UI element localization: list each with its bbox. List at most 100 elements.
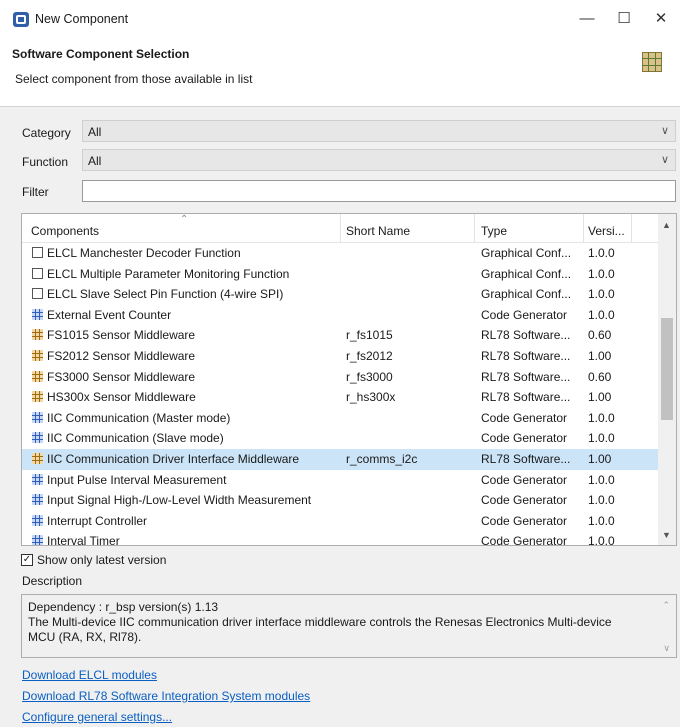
table-row[interactable]: FS1015 Sensor Middleware r_fs1015 RL78 Sof… — [22, 325, 658, 346]
component-name: Interrupt Controller — [47, 513, 148, 528]
table-row[interactable]: Input Signal High-/Low-Level Width Measu… — [22, 490, 658, 511]
rl78-software-icon — [32, 391, 43, 403]
minimize-button[interactable]: — — [570, 6, 604, 32]
version-cell: 1.00 — [588, 390, 612, 405]
version-cell: 0.60 — [588, 369, 612, 384]
short-name-cell: r_hs300x — [346, 390, 396, 405]
scroll-up-icon[interactable]: ⌃ — [662, 600, 670, 611]
function-combo[interactable]: All ∨ — [82, 149, 676, 171]
scrollbar-thumb[interactable] — [661, 318, 673, 420]
column-divider[interactable] — [340, 214, 341, 243]
rl78-software-icon — [32, 329, 43, 341]
column-header-type[interactable]: Type — [481, 224, 507, 238]
code-generator-icon — [32, 432, 43, 444]
table-scrollbar[interactable]: ▲ ▼ — [658, 214, 676, 545]
component-name: IIC Communication Driver Interface Middl… — [47, 451, 300, 466]
component-name: Input Pulse Interval Measurement — [47, 472, 227, 487]
type-cell: Code Generator — [481, 534, 568, 546]
filter-input[interactable] — [82, 180, 676, 202]
scroll-down-icon[interactable]: ▼ — [662, 530, 671, 540]
component-name-cell: IIC Communication (Master mode) — [32, 411, 342, 425]
dialog-header: Software Component Selection Select comp… — [0, 38, 680, 106]
description-label: Description — [22, 574, 83, 588]
download-rl78-link[interactable]: Download RL78 Software Integration Syste… — [22, 689, 310, 703]
close-button[interactable]: ✕ — [644, 6, 678, 32]
configure-settings-link[interactable]: Configure general settings... — [22, 710, 172, 724]
component-name-cell: HS300x Sensor Middleware — [32, 390, 342, 404]
app-icon — [13, 12, 29, 27]
dialog-subtitle: Select component from those available in… — [15, 72, 253, 86]
table-row[interactable]: FS3000 Sensor Middleware r_fs3000 RL78 Sof… — [22, 367, 658, 388]
type-cell: Code Generator — [481, 431, 568, 446]
graphical-config-icon — [32, 267, 43, 279]
version-cell: 1.00 — [588, 451, 612, 466]
table-row[interactable]: Input Pulse Interval Measurement Code Gen… — [22, 470, 658, 491]
component-name-cell: Interrupt Controller — [32, 514, 342, 528]
component-name: IIC Communication (Slave mode) — [47, 431, 224, 446]
window-title: New Component — [35, 12, 129, 26]
description-line: MCU (RA, RX, Rl78). — [28, 630, 142, 644]
table-row[interactable]: FS2012 Sensor Middleware r_fs2012 RL78 Sof… — [22, 346, 658, 367]
type-cell: Graphical Conf... — [481, 246, 572, 260]
type-cell: Code Generator — [481, 410, 568, 425]
table-row[interactable]: ELCL Multiple Parameter Monitoring Funct… — [22, 264, 658, 285]
component-name-cell: ELCL Slave Select Pin Function (4-wire S… — [32, 287, 342, 301]
version-cell: 1.0.0 — [588, 472, 615, 487]
table-row[interactable]: IIC Communication (Slave mode) Code Gener… — [22, 428, 658, 449]
filter-label: Filter — [22, 185, 49, 199]
column-header-components[interactable]: Components — [31, 224, 99, 238]
component-name-cell: Input Signal High-/Low-Level Width Measu… — [32, 493, 342, 507]
column-divider[interactable] — [474, 214, 475, 243]
table-row[interactable]: ELCL Manchester Decoder Function Graphica… — [22, 243, 658, 264]
table-row[interactable]: IIC Communication (Master mode) Code Gene… — [22, 408, 658, 429]
table-row[interactable]: HS300x Sensor Middleware r_hs300x RL78 Sof… — [22, 387, 658, 408]
component-name: External Event Counter — [47, 307, 172, 322]
function-label: Function — [22, 155, 69, 169]
components-table[interactable]: Components ⌃ Short Name Type Versi... EL… — [21, 213, 677, 546]
show-latest-label[interactable]: Show only latest version — [37, 553, 166, 567]
type-cell: Code Generator — [481, 307, 568, 322]
table-row[interactable]: Interrupt Controller Code Generator 1.0.0 — [22, 511, 658, 532]
component-name-cell: IIC Communication Driver Interface Middl… — [32, 452, 342, 466]
table-row[interactable]: Interval Timer Code Generator 1.0.0 — [22, 531, 658, 546]
download-elcl-link[interactable]: Download ELCL modules — [22, 668, 157, 682]
column-header-short-name[interactable]: Short Name — [346, 224, 410, 238]
rl78-software-icon — [32, 452, 43, 464]
chevron-down-icon: ∨ — [660, 154, 669, 166]
table-row[interactable]: IIC Communication Driver Interface Middl… — [22, 448, 658, 470]
table-row[interactable]: External Event Counter Code Generator 1.0.… — [22, 305, 658, 326]
component-name-cell: Interval Timer — [32, 534, 342, 545]
description-box: Dependency : r_bsp version(s) 1.13 The M… — [21, 594, 677, 658]
version-cell: 0.60 — [588, 328, 612, 343]
version-cell: 1.0.0 — [588, 513, 615, 528]
short-name-cell: r_fs2012 — [346, 348, 393, 363]
type-cell: RL78 Software... — [481, 348, 571, 363]
dialog-title: Software Component Selection — [12, 47, 190, 61]
short-name-cell: r_fs1015 — [346, 328, 393, 343]
category-value: All — [88, 125, 102, 139]
code-generator-icon — [32, 535, 43, 545]
column-divider[interactable] — [631, 214, 632, 243]
function-value: All — [88, 154, 102, 168]
maximize-button[interactable]: ☐ — [607, 6, 641, 32]
component-name: ELCL Multiple Parameter Monitoring Funct… — [47, 266, 290, 281]
table-row[interactable]: ELCL Slave Select Pin Function (4-wire S… — [22, 284, 658, 305]
component-name-cell: FS2012 Sensor Middleware — [32, 349, 342, 363]
column-header-version[interactable]: Versi... — [588, 224, 625, 238]
type-cell: Graphical Conf... — [481, 266, 572, 281]
type-cell: Code Generator — [481, 472, 568, 487]
type-cell: Code Generator — [481, 513, 568, 528]
version-cell: 1.0.0 — [588, 307, 615, 322]
short-name-cell: r_fs3000 — [346, 369, 393, 384]
component-name-cell: ELCL Manchester Decoder Function — [32, 246, 342, 260]
component-name: ELCL Slave Select Pin Function (4-wire S… — [47, 287, 284, 302]
scroll-down-icon[interactable]: ∨ — [663, 643, 670, 654]
scroll-up-icon[interactable]: ▲ — [662, 220, 671, 230]
column-divider[interactable] — [583, 214, 584, 243]
version-cell: 1.0.0 — [588, 534, 615, 546]
category-combo[interactable]: All ∨ — [82, 120, 676, 142]
component-name: HS300x Sensor Middleware — [47, 390, 196, 405]
graphical-config-icon — [32, 247, 43, 258]
component-name-cell: IIC Communication (Slave mode) — [32, 431, 342, 445]
show-latest-checkbox[interactable]: ✓ — [21, 554, 33, 566]
